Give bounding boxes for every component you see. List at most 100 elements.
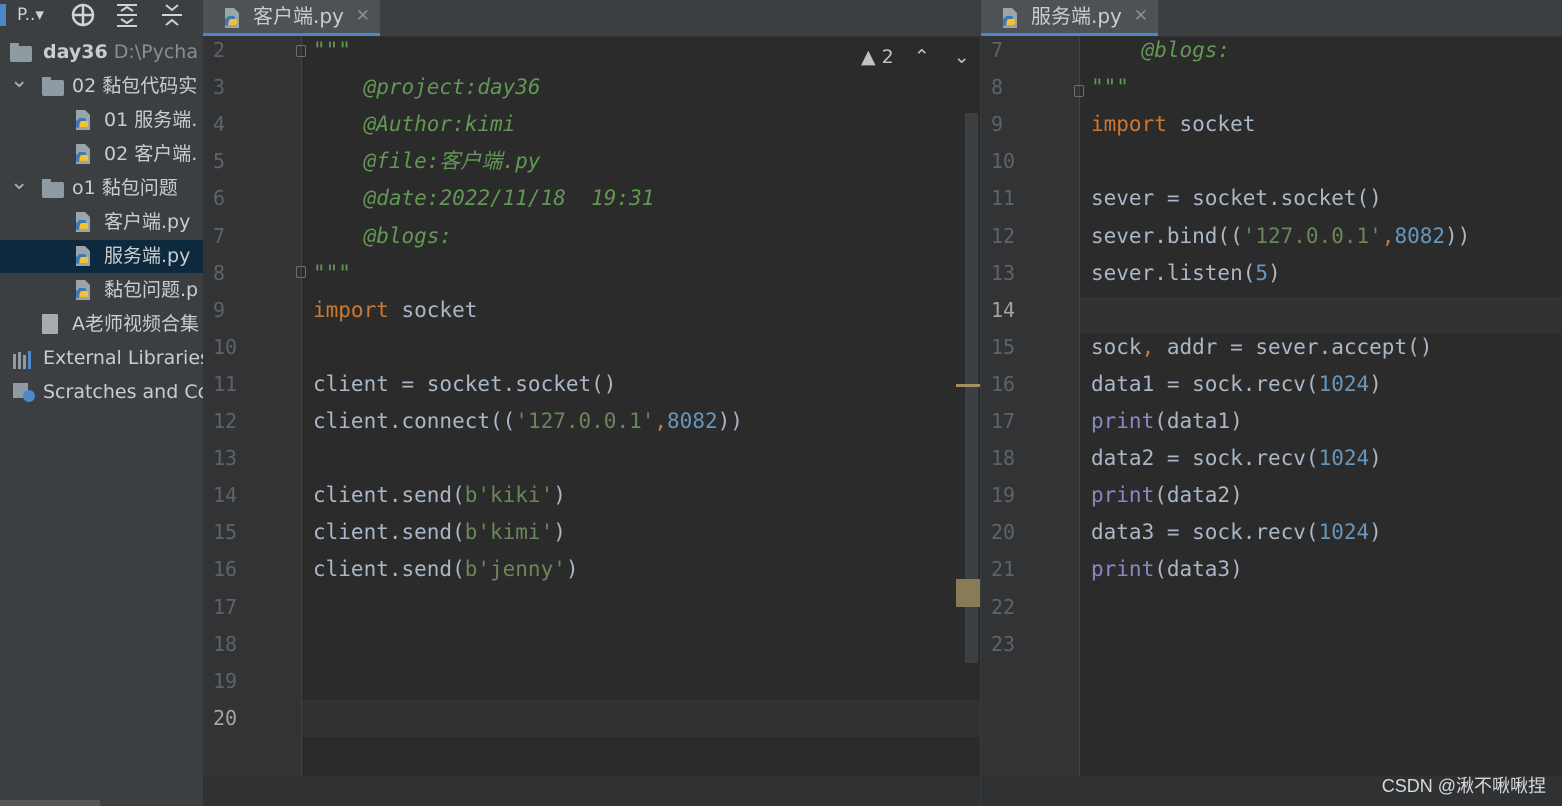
line-number: 18 [213, 631, 238, 656]
code-token: b'kimi' [464, 520, 554, 545]
line-number: 12 [991, 223, 1016, 248]
code-line[interactable]: print(data1) [1091, 403, 1243, 440]
close-tab-icon[interactable]: ✕ [356, 0, 370, 33]
code-line[interactable]: client.send(b'jenny') [313, 551, 579, 588]
line-number: 15 [213, 520, 238, 545]
tree-item[interactable]: 黏包问题.p [0, 274, 203, 307]
line-number: 11 [991, 186, 1016, 211]
previous-highlight-icon[interactable]: ⌃ [914, 46, 930, 68]
code-token: import [1091, 112, 1167, 137]
tree-item[interactable]: A老师视频合集 [0, 308, 203, 341]
code-token: b'kiki' [464, 483, 554, 508]
code-line[interactable]: import socket [1091, 106, 1255, 143]
code-line[interactable]: client.connect(('127.0.0.1',8082)) [313, 403, 743, 440]
editor-splitter[interactable] [980, 0, 981, 806]
tree-item[interactable]: day36 D:\Pycha [0, 36, 203, 69]
code-line[interactable]: @file:客户端.py [313, 143, 541, 180]
code-token: )) [1445, 223, 1471, 248]
fold-marker-icon[interactable] [296, 266, 306, 278]
code-line[interactable]: data1 = sock.recv(1024) [1091, 366, 1382, 403]
code-token: socket [388, 297, 478, 322]
code-token: 8082 [667, 409, 718, 433]
collapse-all-icon[interactable] [160, 0, 184, 30]
code-line[interactable]: client.send(b'kimi') [313, 514, 566, 551]
tree-item[interactable]: ⌄ 02 黏包代码实 [0, 70, 203, 103]
python-file-icon [74, 211, 92, 239]
tree-item[interactable]: ⌄ o1 黏包问题 [0, 172, 203, 205]
tree-item-label: Scratches and Co [43, 381, 203, 403]
tree-item[interactable]: External Libraries [0, 342, 203, 375]
next-highlight-icon[interactable]: ⌄ [954, 46, 970, 68]
code-line[interactable]: print(data2) [1091, 477, 1243, 514]
code-token: sever.listen( [1091, 260, 1256, 285]
scroll-marker [956, 384, 980, 387]
scroll-thumb[interactable] [956, 579, 980, 607]
expand-arrow-icon[interactable]: ⌄ [10, 172, 28, 199]
code-token: import [313, 297, 389, 322]
tab-server-py[interactable]: 服务端.py ✕ [981, 0, 1158, 36]
code-line[interactable]: sock, addr = sever.accept() [1091, 329, 1432, 366]
expand-all-icon[interactable] [115, 0, 139, 30]
tree-item[interactable]: Scratches and Co [0, 376, 203, 409]
code-token: (data1) [1154, 409, 1243, 433]
tree-item[interactable]: 02 客户端. [0, 138, 203, 171]
code-token: 5 [1255, 260, 1269, 285]
code-token: @file:客户端.py [313, 149, 541, 174]
code-token: , [654, 409, 668, 433]
line-number: 6 [213, 186, 226, 211]
line-number: 5 [213, 149, 226, 174]
code-line[interactable]: @blogs: [313, 218, 453, 255]
code-line[interactable]: sever = socket.socket() [1091, 180, 1382, 217]
code-token: ) [1369, 520, 1382, 545]
code-line[interactable]: """ [313, 255, 351, 292]
code-token: @project:day36 [313, 75, 541, 100]
code-token: ) [1369, 446, 1382, 471]
code-token: (data3) [1154, 557, 1243, 582]
expand-arrow-icon[interactable]: ⌄ [10, 70, 28, 97]
fold-marker-icon[interactable] [1074, 85, 1084, 97]
tree-item[interactable]: 01 服务端. [0, 104, 203, 137]
code-token: sever = socket.socket() [1091, 186, 1382, 211]
tab-client-py[interactable]: 客户端.py ✕ [203, 0, 380, 36]
code-line[interactable]: @blogs: [1091, 32, 1231, 69]
code-token: 1024 [1318, 446, 1370, 471]
fold-marker-icon[interactable] [296, 45, 306, 57]
line-number: 9 [991, 112, 1004, 137]
line-number: 10 [213, 334, 238, 359]
code-line[interactable]: @project:day36 [313, 69, 541, 106]
code-line[interactable]: sever.listen(5) [1091, 255, 1281, 292]
line-number: 22 [991, 594, 1016, 619]
code-line[interactable]: sever.bind(('127.0.0.1',8082)) [1091, 218, 1470, 255]
project-view-selector[interactable]: P..▾ [17, 0, 44, 30]
left-editor-pane: 客户端.py ✕ 2 """ 3 @project:day36 4 @Author:k… [203, 0, 980, 806]
code-token: '127.0.0.1' [1242, 223, 1382, 248]
code-line[interactable]: import socket [313, 292, 477, 329]
code-line[interactable]: print(data3) [1091, 551, 1243, 588]
close-tab-icon[interactable]: ✕ [1134, 0, 1148, 33]
line-number: 4 [213, 112, 226, 137]
line-number: 23 [991, 631, 1016, 656]
sidebar-scrollbar[interactable] [0, 800, 100, 806]
line-number: 19 [213, 668, 238, 693]
tree-item[interactable]: 客户端.py [0, 206, 203, 239]
code-line[interactable]: client = socket.socket() [313, 366, 616, 403]
python-file-icon [74, 109, 92, 137]
code-line[interactable]: client.send(b'kiki') [313, 477, 566, 514]
code-token: 1024 [1318, 520, 1370, 545]
code-token: data2 = sock.recv( [1091, 446, 1319, 471]
code-line[interactable]: data3 = sock.recv(1024) [1091, 514, 1382, 551]
code-token: client.connect(( [313, 409, 516, 433]
inspection-widget[interactable]: ▲ 2 ⌃ ⌄ [861, 46, 970, 68]
code-line[interactable]: """ [1091, 69, 1129, 106]
code-token: ) [1268, 260, 1281, 285]
code-line[interactable]: """ [313, 32, 351, 69]
code-line[interactable]: data2 = sock.recv(1024) [1091, 440, 1382, 477]
code-token: ) [553, 483, 566, 508]
code-line[interactable]: @date:2022/11/18 19:31 [313, 180, 655, 217]
code-line[interactable]: @Author:kimi [313, 106, 516, 143]
tree-item-label: 02 客户端. [104, 143, 198, 165]
code-token: client.send( [313, 520, 465, 545]
code-token: b'jenny' [464, 557, 566, 582]
tree-item[interactable]: 服务端.py [0, 240, 203, 273]
locate-icon[interactable] [70, 0, 96, 30]
